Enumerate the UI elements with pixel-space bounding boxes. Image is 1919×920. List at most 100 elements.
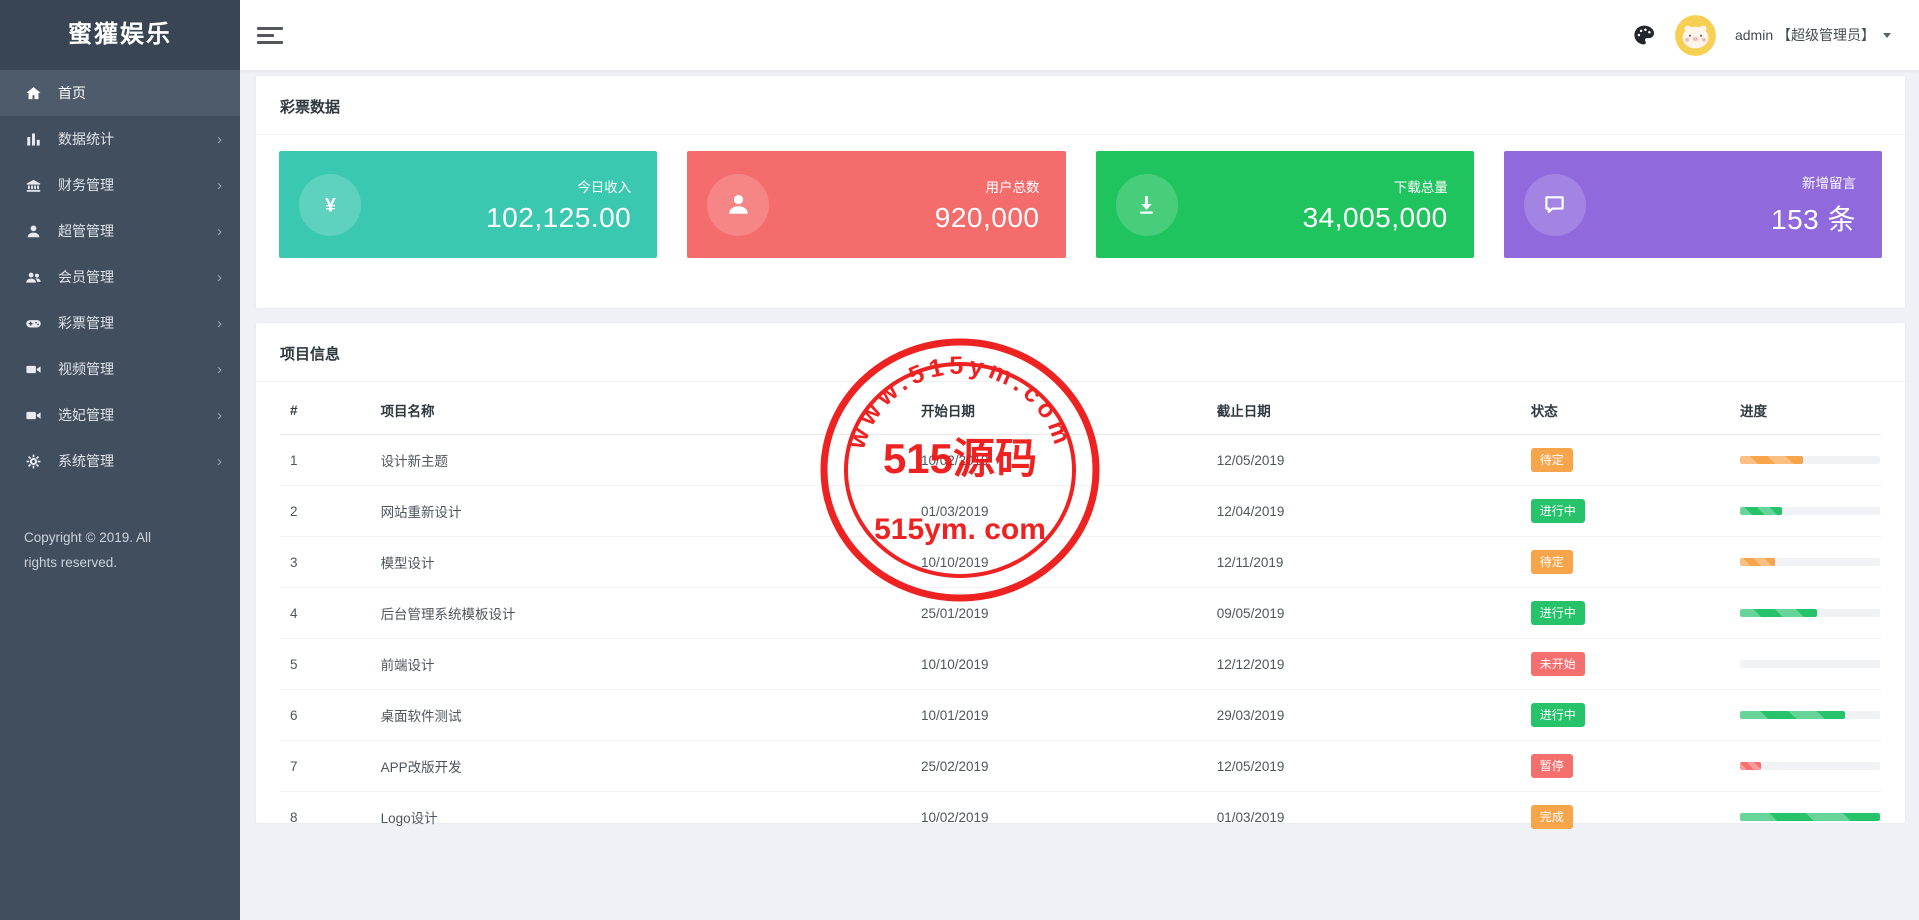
stat-card-label: 新增留言 — [1771, 172, 1856, 192]
sidebar-item-lottery[interactable]: 彩票管理 › — [0, 300, 240, 346]
cell-start-date: 10/10/2019 — [911, 537, 1207, 588]
stat-card: ¥ 今日收入 102,125.00 — [279, 151, 657, 258]
progress-bar — [1740, 456, 1880, 464]
status-badge: 进行中 — [1531, 499, 1585, 523]
hamburger-icon[interactable] — [257, 23, 283, 48]
table-row: 1 设计新主题 10/02/2019 12/05/2019 待定 — [280, 435, 1881, 486]
chevron-right-icon: › — [217, 408, 222, 423]
sidebar-item-finance[interactable]: 财务管理 › — [0, 162, 240, 208]
cell-progress — [1730, 639, 1881, 690]
status-badge: 待定 — [1531, 550, 1573, 574]
cell-end-date: 12/05/2019 — [1207, 435, 1521, 486]
cell-project-name: Logo设计 — [371, 792, 911, 843]
cell-status: 进行中 — [1521, 588, 1730, 639]
chevron-right-icon: › — [217, 316, 222, 331]
progress-bar-fill — [1740, 813, 1880, 821]
cell-progress — [1730, 435, 1881, 486]
cell-status: 进行中 — [1521, 690, 1730, 741]
column-header-end: 截止日期 — [1207, 382, 1521, 435]
sidebar-item-label: 彩票管理 — [58, 313, 114, 333]
stat-card-value: 102,125.00 — [486, 202, 631, 234]
progress-bar-fill — [1740, 762, 1761, 770]
cell-project-name: 网站重新设计 — [371, 486, 911, 537]
column-header-name: 项目名称 — [371, 382, 911, 435]
table-row: 7 APP改版开发 25/02/2019 12/05/2019 暂停 — [280, 741, 1881, 792]
avatar[interactable] — [1675, 15, 1716, 56]
table-row: 3 模型设计 10/10/2019 12/11/2019 待定 — [280, 537, 1881, 588]
palette-icon[interactable] — [1632, 23, 1656, 47]
cell-end-date: 09/05/2019 — [1207, 588, 1521, 639]
cell-end-date: 01/03/2019 — [1207, 792, 1521, 843]
cell-status: 未开始 — [1521, 639, 1730, 690]
sidebar-item-video[interactable]: 视频管理 › — [0, 346, 240, 392]
user-icon — [24, 222, 42, 240]
stats-panel-title: 彩票数据 — [256, 76, 1905, 135]
stat-card-label: 下载总量 — [1303, 176, 1448, 196]
cell-project-name: 桌面软件测试 — [371, 690, 911, 741]
cell-progress — [1730, 588, 1881, 639]
sidebar-item-stats[interactable]: 数据统计 › — [0, 116, 240, 162]
sidebar-item-label: 首页 — [58, 83, 86, 103]
table-row: 6 桌面软件测试 10/01/2019 29/03/2019 进行中 — [280, 690, 1881, 741]
cell-end-date: 12/05/2019 — [1207, 741, 1521, 792]
home-icon — [24, 84, 42, 102]
cell-num: 1 — [280, 435, 371, 486]
status-badge: 未开始 — [1531, 652, 1585, 676]
sidebar-item-superadmin[interactable]: 超管管理 › — [0, 208, 240, 254]
sidebar-item-label: 会员管理 — [58, 267, 114, 287]
sidebar-item-label: 选妃管理 — [58, 405, 114, 425]
sidebar-item-members[interactable]: 会员管理 › — [0, 254, 240, 300]
column-header-num: # — [280, 382, 371, 435]
cell-num: 2 — [280, 486, 371, 537]
table-row: 2 网站重新设计 01/03/2019 12/04/2019 进行中 — [280, 486, 1881, 537]
message-icon — [1524, 174, 1586, 236]
projects-table-wrap: # 项目名称 开始日期 截止日期 状态 进度 1 设计新主题 10/02/201… — [256, 382, 1905, 872]
cell-progress — [1730, 537, 1881, 588]
sidebar-item-home[interactable]: 首页 › — [0, 70, 240, 116]
caret-down-icon — [1883, 33, 1891, 38]
cell-progress — [1730, 690, 1881, 741]
cell-progress — [1730, 486, 1881, 537]
stat-card: 新增留言 153 条 — [1504, 151, 1882, 258]
cell-start-date: 10/02/2019 — [911, 792, 1207, 843]
sidebar-item-concubine[interactable]: 选妃管理 › — [0, 392, 240, 438]
progress-bar — [1740, 507, 1880, 515]
cell-status: 待定 — [1521, 435, 1730, 486]
sidebar-item-label: 视频管理 — [58, 359, 114, 379]
user-dropdown[interactable]: admin 【超级管理员】 — [1735, 25, 1891, 45]
cell-start-date: 10/10/2019 — [911, 639, 1207, 690]
stat-card-label: 今日收入 — [486, 176, 631, 196]
sidebar-item-system[interactable]: 系统管理 › — [0, 438, 240, 484]
cell-status: 待定 — [1521, 537, 1730, 588]
main-content: 彩票数据 ¥ 今日收入 102,125.00 用户总数 920,000 下载总量… — [240, 70, 1919, 920]
table-row: 4 后台管理系统模板设计 25/01/2019 09/05/2019 进行中 — [280, 588, 1881, 639]
stat-cards-row: ¥ 今日收入 102,125.00 用户总数 920,000 下载总量 34,0… — [256, 135, 1905, 258]
progress-bar-fill — [1740, 609, 1817, 617]
table-row: 5 前端设计 10/10/2019 12/12/2019 未开始 — [280, 639, 1881, 690]
status-badge: 待定 — [1531, 448, 1573, 472]
column-header-start: 开始日期 — [911, 382, 1207, 435]
status-badge: 进行中 — [1531, 703, 1585, 727]
progress-bar — [1740, 660, 1880, 668]
cell-num: 4 — [280, 588, 371, 639]
video-camera-icon — [24, 406, 42, 424]
status-badge: 完成 — [1531, 805, 1573, 829]
projects-table: # 项目名称 开始日期 截止日期 状态 进度 1 设计新主题 10/02/201… — [280, 382, 1881, 842]
cell-end-date: 12/12/2019 — [1207, 639, 1521, 690]
stat-card-label: 用户总数 — [935, 176, 1040, 196]
cell-start-date: 01/03/2019 — [911, 486, 1207, 537]
sidebar-item-label: 系统管理 — [58, 451, 114, 471]
cell-status: 完成 — [1521, 792, 1730, 843]
progress-bar — [1740, 609, 1880, 617]
chevron-right-icon: › — [217, 454, 222, 469]
cell-num: 6 — [280, 690, 371, 741]
table-header-row: # 项目名称 开始日期 截止日期 状态 进度 — [280, 382, 1881, 435]
chevron-right-icon: › — [217, 224, 222, 239]
cell-start-date: 25/01/2019 — [911, 588, 1207, 639]
cell-project-name: 模型设计 — [371, 537, 911, 588]
person-icon — [707, 174, 769, 236]
cell-start-date: 10/02/2019 — [911, 435, 1207, 486]
chevron-right-icon: › — [217, 132, 222, 147]
sidebar-item-label: 超管管理 — [58, 221, 114, 241]
cell-num: 7 — [280, 741, 371, 792]
